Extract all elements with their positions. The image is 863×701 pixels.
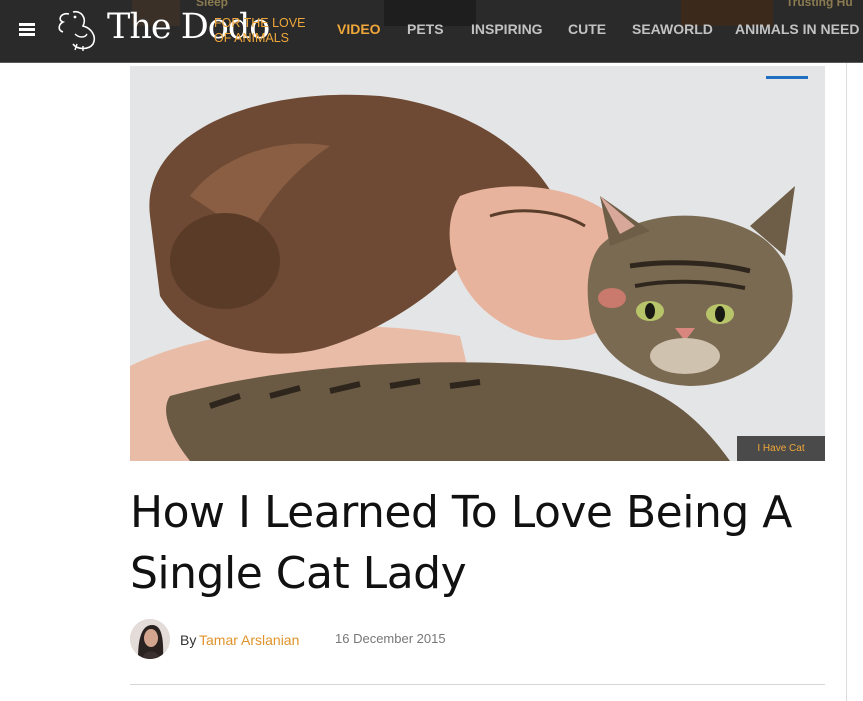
- byline-divider: [130, 684, 825, 685]
- logo-tagline-line-1: FOR THE LOVE: [214, 16, 306, 30]
- nav-item-seaworld[interactable]: SEAWORLD: [632, 21, 713, 37]
- content-right-rule: [846, 63, 847, 701]
- hero-accent-bar: [766, 76, 808, 79]
- nav-item-cute[interactable]: CUTE: [568, 21, 606, 37]
- byline-prefix: By: [180, 632, 197, 648]
- dodo-bird-logo-icon: [58, 10, 96, 51]
- teaser-title-right[interactable]: Trusting Hu: [786, 0, 853, 9]
- publish-date: 16 December 2015: [335, 631, 446, 646]
- hero-photo: [130, 66, 825, 461]
- hero-category-tag[interactable]: I Have Cat: [737, 436, 825, 461]
- nav-item-animals-in-need[interactable]: ANIMALS IN NEED: [735, 21, 859, 37]
- site-header: Sleep Trusting Hu The Dodo FOR THE LOVE …: [0, 0, 863, 63]
- nav-item-pets[interactable]: PETS: [407, 21, 444, 37]
- author-avatar-photo: [130, 619, 170, 659]
- article-title: How I Learned To Love Being A Single Cat…: [130, 487, 792, 599]
- nav-item-inspiring[interactable]: INSPIRING: [471, 21, 543, 37]
- logo-tagline: FOR THE LOVE OF ANIMALS: [214, 16, 305, 46]
- menu-icon[interactable]: [19, 23, 35, 37]
- nav-item-video[interactable]: VIDEO: [337, 21, 381, 37]
- hero-image[interactable]: I Have Cat: [130, 66, 825, 461]
- author-link[interactable]: Tamar Arslanian: [199, 632, 299, 648]
- site-logo[interactable]: The Dodo FOR THE LOVE OF ANIMALS: [55, 6, 305, 56]
- logo-tagline-line-2: OF ANIMALS: [214, 31, 290, 45]
- author-avatar[interactable]: [130, 619, 170, 659]
